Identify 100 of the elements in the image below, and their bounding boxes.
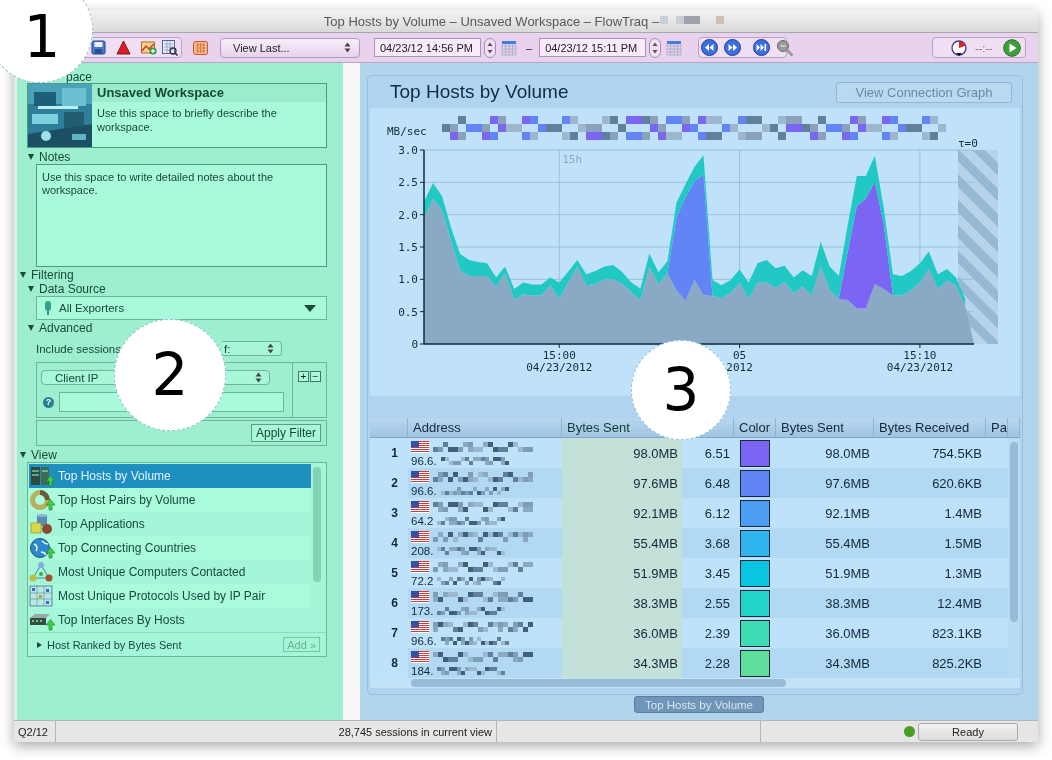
scrollbar-thumb[interactable] [1010, 442, 1018, 622]
section-label: Filtering [31, 268, 74, 282]
tick-label: 0.5 [398, 305, 418, 319]
address-text: 64.2 [411, 515, 434, 527]
table-cell-text: 823.1KB [931, 624, 983, 643]
timer-icon[interactable] [951, 39, 967, 56]
section-label: Data Source [39, 282, 106, 296]
address-text: 96.6. [411, 455, 437, 467]
view-range-dropdown[interactable]: View Last... [220, 37, 360, 58]
table-cell-text: 55.4MB [824, 534, 871, 553]
flag-icon [411, 441, 429, 453]
tick-label: 0 [411, 338, 418, 351]
rewind-icon[interactable] [701, 39, 719, 56]
column-header[interactable]: Color [739, 420, 771, 435]
address-text: 72.2 [411, 575, 434, 587]
tick-label: 1.0 [398, 273, 418, 287]
notes-field[interactable]: Use this space to write detailed notes about the workspace. [36, 164, 327, 267]
disclosure-triangle[interactable] [37, 641, 42, 648]
table-cell: 98.0MB [562, 438, 682, 468]
table-cell-text: 1.4MB [943, 504, 983, 523]
table-cell-text: 38.3MB [824, 594, 871, 613]
table-cell-text: 6.51 [703, 444, 731, 463]
disclosure-triangle[interactable] [20, 272, 26, 278]
table-cell-text: 3.45 [703, 564, 731, 583]
play-icon[interactable] [1003, 38, 1021, 57]
scrollbar-thumb[interactable] [411, 679, 786, 687]
table-cell-text: 34.3MB [824, 654, 871, 673]
view-list-item[interactable]: Most Unique Protocols Used by IP Pair [29, 584, 311, 608]
address-text: 173. [411, 605, 434, 617]
column-header[interactable]: Address [413, 420, 461, 435]
calendar-icon[interactable] [193, 39, 209, 56]
table-cell-text: 36.0MB [824, 624, 871, 643]
tick-label: 3.0 [398, 144, 418, 157]
table-cell: 36.0MB [562, 618, 682, 648]
network-icon [29, 561, 55, 583]
report-search-icon[interactable] [162, 39, 178, 56]
stepper-arrows-icon [344, 42, 351, 53]
row-number: 8 [370, 648, 408, 678]
row-number: 6 [370, 588, 408, 618]
flag-icon [411, 501, 429, 513]
table-cell-text: 1.5MB [943, 534, 983, 553]
gridline-label: 15h [562, 153, 583, 166]
table-cell-text: 620.6KB [931, 474, 983, 493]
tick-label: 1.5 [398, 241, 418, 254]
table-cell: 34.3MB [562, 648, 682, 678]
fast-forward-icon[interactable] [724, 39, 742, 56]
chart-add-icon[interactable] [141, 40, 157, 55]
address-text: 96.6. [411, 485, 437, 497]
table-cell-text: 51.9MB [824, 564, 871, 583]
table-cell-text: 754.5KB [931, 444, 983, 463]
status-text: Ready [918, 722, 1018, 741]
globe-icon [29, 537, 55, 559]
status-text: 28,745 sessions in current view [56, 721, 497, 742]
save-icon[interactable] [91, 40, 106, 55]
end-date-field[interactable]: 04/23/12 15:11 PM [539, 38, 647, 57]
data-source-dropdown[interactable]: All Exporters [36, 296, 327, 320]
flag-icon [411, 531, 429, 543]
include-label: Include sessions [36, 342, 122, 355]
remove-button[interactable]: − [310, 371, 321, 382]
address-text: 208. [411, 545, 434, 557]
add-button[interactable]: + [298, 371, 309, 382]
database-icon [29, 513, 55, 535]
view-list-item[interactable]: Top Applications [29, 512, 311, 536]
section-label: Notes [39, 150, 71, 164]
warning-icon[interactable] [116, 40, 131, 55]
view-list-item[interactable]: Most Unique Computers Contacted [29, 560, 311, 584]
column-header[interactable]: Bytes Sent [781, 420, 844, 435]
apply-filter-button[interactable]: Apply Filter [250, 424, 321, 442]
help-button[interactable]: ? [43, 396, 54, 408]
column-header[interactable]: Bytes Sent [567, 420, 630, 435]
table-cell-text: 97.6MB [824, 474, 871, 493]
stepper[interactable] [484, 37, 496, 58]
scrollbar-thumb[interactable] [313, 467, 321, 582]
server-icon [29, 465, 55, 487]
calendar-icon[interactable] [501, 39, 517, 56]
tick-label: 2.0 [398, 208, 418, 222]
view-list-item[interactable]: Top Host Pairs by Volume [29, 488, 311, 512]
row-number: 2 [370, 468, 408, 498]
table-cell: 55.4MB [562, 528, 682, 558]
address-text: 184. [411, 665, 434, 677]
column-header[interactable]: Bytes Received [879, 420, 970, 435]
start-date-field[interactable]: 04/23/12 14:56 PM [374, 38, 481, 57]
disclosure-triangle[interactable] [28, 325, 34, 331]
calendar-icon[interactable] [666, 39, 683, 56]
table-cell-text: 1.3MB [943, 564, 983, 583]
column-header[interactable]: Pa [991, 420, 1007, 435]
view-list-item[interactable]: Top Connecting Countries [29, 536, 311, 560]
stepper[interactable] [649, 37, 662, 58]
table-cell: 38.3MB [562, 588, 682, 618]
row-number: 4 [370, 528, 408, 558]
table-cell-text: 12.4MB [936, 594, 983, 613]
address-text: 96.6. [411, 635, 437, 647]
view-list-item[interactable]: Top Interfaces By Hosts [29, 608, 311, 632]
flag-icon [411, 621, 429, 633]
range-separator: – [526, 41, 533, 54]
pixelated-text [437, 607, 508, 615]
stepper-arrows-icon [267, 343, 274, 354]
include-dropdown[interactable]: f: [222, 341, 282, 356]
skip-to-end-icon[interactable] [753, 39, 771, 56]
timer-readout: --:-- [975, 41, 994, 54]
